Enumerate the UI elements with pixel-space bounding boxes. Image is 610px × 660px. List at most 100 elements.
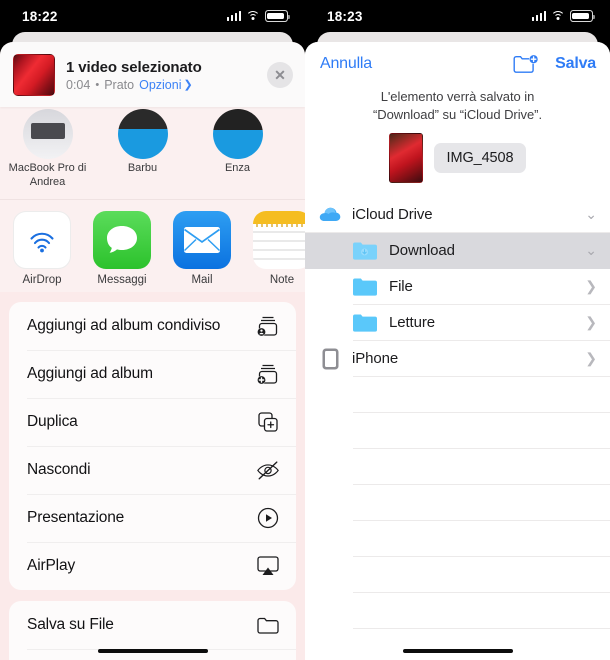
- action-row-aggiungi-album[interactable]: Aggiungi ad album: [9, 349, 296, 398]
- person-avatar: [117, 109, 168, 159]
- location-label: File: [389, 278, 413, 296]
- dual-screenshot: 18:22 1 video selezionato 0:04 • Prato O…: [0, 0, 610, 660]
- add-album-icon: [256, 362, 280, 386]
- action-group-1: Aggiungi ad album condiviso Aggiungi ad …: [9, 301, 296, 590]
- airdrop-person-name: MacBook Pro di Andrea: [8, 162, 87, 188]
- action-label: Aggiungi ad album condiviso: [27, 316, 221, 334]
- status-indicators: [226, 10, 291, 22]
- share-app-label: Mail: [191, 273, 213, 286]
- status-time: 18:23: [327, 8, 363, 24]
- share-app-label: Note: [269, 273, 295, 286]
- save-button[interactable]: Salva: [555, 55, 596, 73]
- subtitle-separator: •: [95, 78, 100, 91]
- battery-icon: [265, 10, 291, 22]
- action-label: Duplica: [27, 412, 78, 430]
- new-folder-icon[interactable]: [513, 54, 539, 75]
- location-row-file[interactable]: File ❯: [305, 268, 610, 305]
- files-sheet-header: Annulla Salva: [305, 42, 610, 86]
- wifi-icon: [246, 10, 260, 22]
- share-subtitle: 0:04 • Prato Opzioni ❯: [66, 78, 256, 92]
- empty-list-row: [305, 376, 610, 413]
- chevron-down-icon[interactable]: ⌄: [585, 242, 597, 259]
- cellular-bars-icon: [226, 11, 241, 21]
- options-button[interactable]: Opzioni ❯: [139, 78, 193, 92]
- right-status-bar: 18:23: [305, 0, 610, 32]
- airdrop-people-row: MacBook Pro di Andrea Barbu Enza: [0, 107, 305, 200]
- messages-icon: [93, 210, 151, 269]
- location-row-download[interactable]: Download ⌄: [305, 232, 610, 269]
- notes-icon: [253, 210, 305, 269]
- video-duration: 0:04: [66, 77, 91, 92]
- file-name-input[interactable]: IMG_4508: [433, 142, 527, 173]
- action-row-aggiungi-album-condiviso[interactable]: Aggiungi ad album condiviso: [9, 302, 296, 350]
- share-app-notes[interactable]: Note: [253, 210, 305, 286]
- location-label: iPhone: [352, 350, 399, 368]
- empty-list-row: [305, 520, 610, 557]
- hide-eye-icon: [256, 458, 280, 482]
- video-thumbnail[interactable]: [13, 54, 55, 96]
- person-avatar: [212, 109, 263, 159]
- status-time: 18:22: [22, 8, 58, 24]
- airdrop-person[interactable]: Enza: [190, 109, 285, 176]
- chevron-down-icon[interactable]: ⌄: [585, 206, 597, 223]
- action-label: AirPlay: [27, 556, 76, 574]
- action-row-salva-su-file[interactable]: Salva su File: [9, 601, 296, 649]
- battery-icon: [570, 10, 596, 22]
- action-row-presentazione[interactable]: Presentazione: [9, 493, 296, 542]
- action-label: Salva su File: [27, 615, 114, 633]
- airplay-icon: [256, 554, 280, 578]
- right-phone-screen: 18:23 Annulla Salva L'elemento verrà sal…: [305, 0, 610, 660]
- location-row-iphone[interactable]: iPhone ❯: [305, 340, 610, 377]
- location-label: iCloud Drive: [352, 206, 433, 224]
- video-location: Prato: [104, 77, 135, 92]
- left-status-bar: 18:22: [0, 0, 305, 32]
- share-app-mail[interactable]: Mail: [173, 210, 231, 286]
- iphone-icon: [318, 347, 342, 371]
- airdrop-icon: [13, 210, 71, 269]
- action-row-duplica[interactable]: Duplica: [9, 397, 296, 446]
- cancel-button[interactable]: Annulla: [320, 55, 372, 73]
- cellular-bars-icon: [531, 11, 546, 21]
- chevron-right-icon: ❯: [183, 79, 193, 91]
- chevron-right-icon[interactable]: ❯: [585, 314, 597, 331]
- mail-icon: [173, 210, 231, 269]
- close-icon[interactable]: ✕: [267, 62, 293, 88]
- duplicate-icon: [256, 410, 280, 434]
- right-sheet-stack: Annulla Salva L'elemento verrà salvato i…: [305, 32, 610, 660]
- empty-list-row: [305, 592, 610, 629]
- left-sheet-stack: 1 video selezionato 0:04 • Prato Opzioni…: [0, 32, 305, 660]
- macbook-avatar: [22, 109, 73, 159]
- share-app-label: Messaggi: [97, 273, 147, 286]
- locations-list: iCloud Drive ⌄ Download ⌄ File ❯ Letture…: [305, 196, 610, 660]
- action-label: Aggiungi ad album: [27, 364, 153, 382]
- action-label: Nascondi: [27, 460, 91, 478]
- share-apps-row: AirDrop Messaggi Mail Note: [0, 199, 305, 292]
- options-label: Opzioni: [139, 77, 182, 92]
- action-row-nascondi[interactable]: Nascondi: [9, 445, 296, 494]
- location-row-letture[interactable]: Letture ❯: [305, 304, 610, 341]
- folder-icon: [256, 613, 280, 637]
- wifi-icon: [551, 10, 565, 22]
- folder-blue-icon: [353, 311, 377, 335]
- folder-blue-icon: [353, 275, 377, 299]
- shared-album-icon: [256, 314, 280, 338]
- chevron-right-icon[interactable]: ❯: [585, 350, 597, 367]
- share-app-airdrop[interactable]: AirDrop: [13, 210, 71, 286]
- action-row-airplay[interactable]: AirPlay: [9, 541, 296, 590]
- slideshow-play-icon: [256, 506, 280, 530]
- share-app-messages[interactable]: Messaggi: [93, 210, 151, 286]
- location-row-icloud-drive[interactable]: iCloud Drive ⌄: [305, 196, 610, 233]
- share-sheet-header: 1 video selezionato 0:04 • Prato Opzioni…: [0, 42, 305, 107]
- airdrop-person[interactable]: MacBook Pro di Andrea: [0, 109, 95, 190]
- empty-list-row: [305, 412, 610, 449]
- airdrop-person[interactable]: Barbu: [95, 109, 190, 176]
- empty-list-row: [305, 628, 610, 660]
- header-right-group: Salva: [513, 54, 596, 75]
- video-thumbnail: [388, 132, 423, 183]
- home-indicator: [402, 648, 513, 653]
- save-destination-description: L'elemento verrà salvato in “Download” s…: [372, 89, 543, 122]
- chevron-right-icon[interactable]: ❯: [585, 278, 597, 295]
- location-label: Download: [389, 242, 455, 260]
- location-label: Letture: [389, 314, 435, 332]
- action-label: Presentazione: [27, 508, 125, 526]
